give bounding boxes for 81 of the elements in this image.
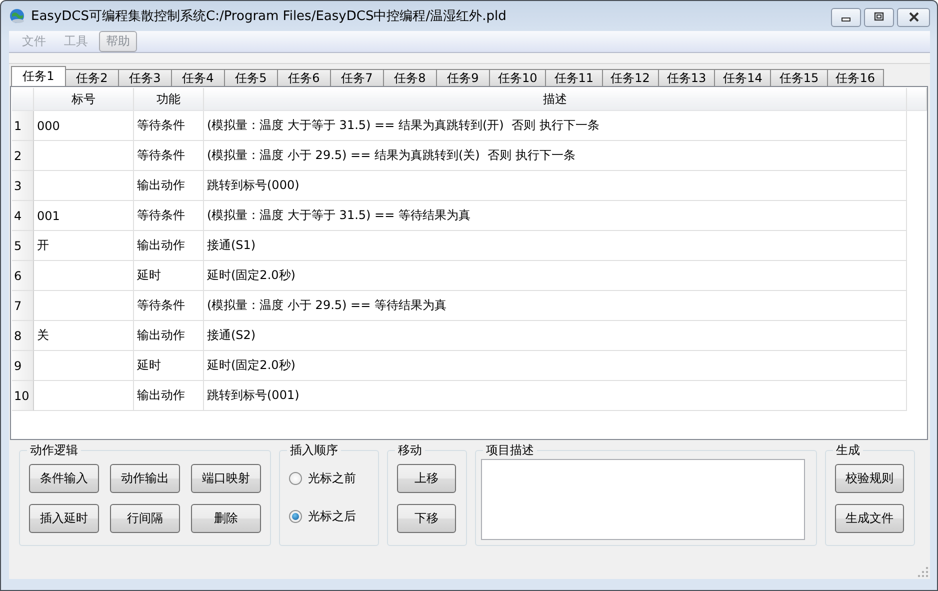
action-button[interactable]: 删除 <box>191 504 261 533</box>
table-cell: 等待条件 <box>134 291 204 321</box>
table-cell: 等待条件 <box>134 201 204 231</box>
action-button[interactable]: 行间隔 <box>110 504 180 533</box>
row-number: 1 <box>12 111 34 141</box>
group-title: 项目描述 <box>483 442 537 458</box>
column-header[interactable]: 功能 <box>134 88 204 110</box>
maximize-icon <box>873 12 885 22</box>
tab[interactable]: 任务2 <box>65 69 119 86</box>
tab[interactable]: 任务6 <box>277 69 331 86</box>
action-button[interactable]: 上移 <box>397 464 456 493</box>
tab[interactable]: 任务7 <box>330 69 384 86</box>
table-cell: 关 <box>34 321 134 351</box>
action-button[interactable]: 生成文件 <box>835 504 904 533</box>
table-cell: 000 <box>34 111 134 141</box>
maximize-button[interactable] <box>864 8 894 26</box>
table-cell: (模拟量：温度 大于等于 31.5) == 结果为真跳转到(开) 否则 执行下一条 <box>204 111 907 141</box>
tab[interactable]: 任务14 <box>714 69 772 86</box>
row-number: 8 <box>12 321 34 351</box>
radio-button[interactable] <box>289 472 302 485</box>
description-field[interactable] <box>481 459 805 540</box>
tab[interactable]: 任务4 <box>171 69 225 86</box>
table-cell: 开 <box>34 231 134 261</box>
table-cell: 接通(S2) <box>204 321 907 351</box>
table-cell: 001 <box>34 201 134 231</box>
row-number: 3 <box>12 171 34 201</box>
table-cell: (模拟量：温度 小于 29.5) == 结果为真跳转到(关) 否则 执行下一条 <box>204 141 907 171</box>
table-cell: 延时(固定2.0秒) <box>204 261 907 291</box>
group-title: 生成 <box>833 442 863 458</box>
table-cell: 延时 <box>134 351 204 381</box>
radio-label[interactable]: 光标之后 <box>308 508 356 525</box>
table-cell: (模拟量：温度 大于等于 31.5) == 等待结果为真 <box>204 201 907 231</box>
group-title: 移动 <box>395 442 425 458</box>
minimize-button[interactable] <box>831 8 861 26</box>
resize-grip[interactable] <box>918 567 928 577</box>
table-cell: 接通(S1) <box>204 231 907 261</box>
tab[interactable]: 任务8 <box>383 69 437 86</box>
row-number: 4 <box>12 201 34 231</box>
group-title: 动作逻辑 <box>27 442 81 458</box>
tab[interactable]: 任务13 <box>658 69 716 86</box>
table-cell: 输出动作 <box>134 171 204 201</box>
tab[interactable]: 任务16 <box>826 69 884 86</box>
table-cell: 延时(固定2.0秒) <box>204 351 907 381</box>
action-button[interactable]: 校验规则 <box>835 464 904 493</box>
tab[interactable]: 任务11 <box>545 69 603 86</box>
row-number: 6 <box>12 261 34 291</box>
window-title: EasyDCS可编程集散控制系统C:/Program Files/EasyDCS中控编程/温湿红外.pld <box>31 8 508 25</box>
radio-label[interactable]: 光标之前 <box>308 470 356 487</box>
close-button[interactable] <box>897 8 930 26</box>
row-number: 5 <box>12 231 34 261</box>
radio-button[interactable] <box>289 510 302 523</box>
table-cell: 跳转到标号(000) <box>204 171 907 201</box>
tab[interactable]: 任务9 <box>436 69 490 86</box>
close-icon <box>908 12 920 22</box>
table-cell: 输出动作 <box>134 381 204 411</box>
row-number: 2 <box>12 141 34 171</box>
action-button[interactable]: 端口映射 <box>191 464 261 493</box>
column-header[interactable]: 标号 <box>34 88 134 110</box>
row-number: 9 <box>12 351 34 381</box>
table-cell: 输出动作 <box>134 321 204 351</box>
column-header[interactable]: 描述 <box>204 88 907 110</box>
action-button[interactable]: 条件输入 <box>29 464 99 493</box>
action-button[interactable]: 插入延时 <box>29 504 99 533</box>
table-cell: 等待条件 <box>134 111 204 141</box>
table-cell: (模拟量：温度 小于 29.5) == 等待结果为真 <box>204 291 907 321</box>
table-cell: 延时 <box>134 261 204 291</box>
action-button[interactable]: 动作输出 <box>110 464 180 493</box>
tab[interactable]: 任务15 <box>770 69 828 86</box>
group-title: 插入顺序 <box>287 442 341 458</box>
row-number: 10 <box>12 381 34 411</box>
tab[interactable]: 任务12 <box>602 69 659 86</box>
table-cell: 等待条件 <box>134 141 204 171</box>
row-number: 7 <box>12 291 34 321</box>
table-cell: 跳转到标号(001) <box>204 381 907 411</box>
table-cell: 输出动作 <box>134 231 204 261</box>
app-icon <box>9 8 25 24</box>
action-button[interactable]: 下移 <box>397 504 456 533</box>
tab[interactable]: 任务3 <box>118 69 172 86</box>
tab[interactable]: 任务5 <box>224 69 278 86</box>
tab[interactable]: 任务1 <box>11 66 66 86</box>
tab[interactable]: 任务10 <box>489 69 546 86</box>
